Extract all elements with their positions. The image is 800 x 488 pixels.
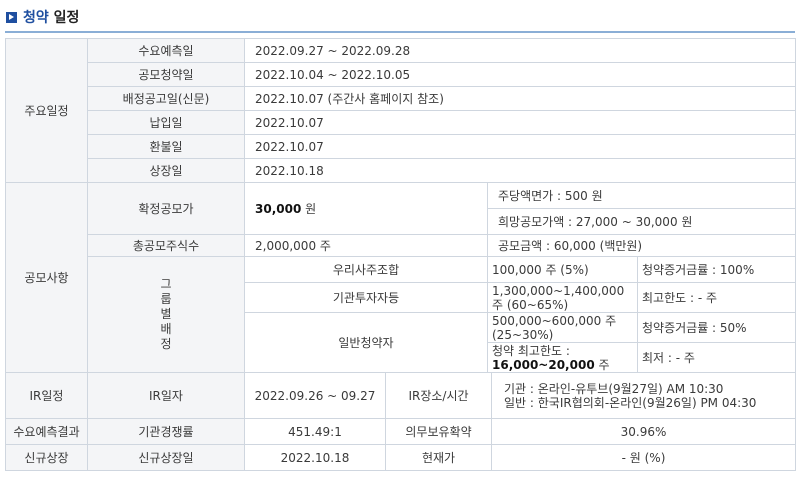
section-header: 청약 일정 bbox=[6, 6, 79, 28]
final-price-value: 30,000 bbox=[255, 201, 302, 216]
allocation-notice-date-value: 2022.10.07 (주간사 홈페이지 참조) bbox=[243, 86, 797, 111]
table-row: 신규상장 신규상장일 2022.10.18 현재가 - 원 (%) bbox=[5, 444, 797, 471]
retail-max-limit-unit: 주 bbox=[598, 357, 610, 372]
group-allocation-label: 그룹별배정 bbox=[160, 277, 172, 351]
table-row: 상장일 2022.10.18 bbox=[6, 158, 797, 183]
demand-forecast-date-value: 2022.09.27 ~ 2022.09.28 bbox=[243, 38, 797, 63]
listing-date-value2: 2022.10.18 bbox=[244, 444, 386, 471]
section-title: 청약 일정 bbox=[23, 7, 79, 27]
current-price-value: - 원 (%) bbox=[490, 444, 797, 471]
main-schedule-label: 주요일정 bbox=[5, 38, 88, 183]
lockup-label: 의무보유확약 bbox=[385, 418, 492, 445]
section-title-black: 일정 bbox=[53, 10, 80, 26]
payment-date-value: 2022.10.07 bbox=[243, 110, 797, 135]
section-title-blue: 청약 bbox=[23, 10, 49, 26]
ir-schedule-label: IR일정 bbox=[5, 372, 88, 419]
par-value: 주당액면가 : 500 원 bbox=[486, 182, 797, 209]
listing-date-label: 상장일 bbox=[87, 158, 245, 183]
final-price-unit: 원 bbox=[305, 201, 317, 216]
lockup-value: 30.96% bbox=[490, 418, 797, 445]
retail-deposit-rate: 청약증거금률 : 50% bbox=[636, 312, 797, 343]
ir-place-cell: 기관 : 온라인-유투브(9월27일) AM 10:30 일반 : 한국IR협의… bbox=[490, 372, 797, 419]
demand-result-label: 수요예측결과 bbox=[5, 418, 88, 445]
ir-date-value: 2022.09.26 ~ 09.27 bbox=[244, 372, 386, 419]
final-price-label: 확정공모가 bbox=[87, 182, 245, 235]
retail-shares: 500,000~600,000 주 (25~30%) bbox=[487, 312, 638, 343]
retail-min: 최저 : - 주 bbox=[636, 342, 797, 373]
competition-ratio-label: 기관경쟁률 bbox=[87, 418, 245, 445]
refund-date-label: 환불일 bbox=[87, 134, 245, 159]
subscription-date-value: 2022.10.04 ~ 2022.10.05 bbox=[243, 62, 797, 87]
table-row: 그룹별배정 우리사주조합 100,000 주 (5%) 청약증거금률 : 100… bbox=[6, 256, 797, 373]
employee-deposit-rate: 청약증거금률 : 100% bbox=[636, 256, 797, 283]
retail-investor-label: 일반청약자 bbox=[244, 312, 488, 373]
bullet-arrow-icon bbox=[6, 11, 17, 23]
table-row: 공모사항 확정공모가 30,000 원 주당액면가 : 500 원 bbox=[5, 182, 797, 373]
retail-max-limit-cell: 청약 최고한도 : 16,000~20,000 주 bbox=[487, 342, 638, 373]
current-price-label: 현재가 bbox=[385, 444, 492, 471]
retail-max-limit-value: 16,000~20,000 bbox=[492, 357, 595, 372]
ir-place-label: IR장소/시간 bbox=[385, 372, 492, 419]
competition-ratio-value: 451.49:1 bbox=[244, 418, 386, 445]
new-listing-label: 신규상장 bbox=[5, 444, 88, 471]
offering-label: 공모사항 bbox=[5, 182, 88, 373]
subscription-schedule-table: 주요일정 수요예측일 2022.09.27 ~ 2022.09.28 공모청약일… bbox=[5, 38, 797, 471]
ir-date-label: IR일자 bbox=[87, 372, 245, 419]
retail-max-limit-label: 청약 최고한도 : bbox=[492, 343, 570, 358]
table-row: 총공모주식수 2,000,000 주 공모금액 : 60,000 (백만원) bbox=[6, 234, 797, 257]
institution-label: 기관투자자등 bbox=[244, 282, 488, 313]
table-row: IR일정 IR일자 2022.09.26 ~ 09.27 IR장소/시간 기관 … bbox=[5, 372, 797, 419]
demand-forecast-date-label: 수요예측일 bbox=[87, 38, 245, 63]
total-shares-value: 2,000,000 주 bbox=[244, 234, 488, 257]
allocation-notice-date-label: 배정공고일(신문) bbox=[87, 86, 245, 111]
institution-shares: 1,300,000~1,400,000 주 (60~65%) bbox=[487, 282, 638, 313]
payment-date-label: 납입일 bbox=[87, 110, 245, 135]
institution-max-limit: 최고한도 : - 주 bbox=[636, 282, 797, 313]
ir-place-institution: 기관 : 온라인-유투브(9월27일) AM 10:30 bbox=[504, 381, 724, 396]
title-divider bbox=[5, 31, 795, 33]
refund-date-value: 2022.10.07 bbox=[243, 134, 797, 159]
listing-date-label2: 신규상장일 bbox=[87, 444, 245, 471]
listing-date-value: 2022.10.18 bbox=[243, 158, 797, 183]
total-amount: 공모금액 : 60,000 (백만원) bbox=[486, 234, 797, 257]
table-row: 수요예측결과 기관경쟁률 451.49:1 의무보유확약 30.96% bbox=[5, 418, 797, 445]
table-row: 주요일정 수요예측일 2022.09.27 ~ 2022.09.28 bbox=[5, 38, 797, 183]
final-price-cell: 30,000 원 bbox=[244, 182, 488, 235]
subscription-date-label: 공모청약일 bbox=[87, 62, 245, 87]
table-row: 배정공고일(신문) 2022.10.07 (주간사 홈페이지 참조) bbox=[6, 86, 797, 111]
group-allocation-label-cell: 그룹별배정 bbox=[87, 256, 245, 373]
employee-stock-label: 우리사주조합 bbox=[244, 256, 488, 283]
table-row: 환불일 2022.10.07 bbox=[6, 134, 797, 159]
employee-stock-shares: 100,000 주 (5%) bbox=[487, 256, 638, 283]
table-row: 공모청약일 2022.10.04 ~ 2022.10.05 bbox=[6, 62, 797, 87]
desired-price-range: 희망공모가액 : 27,000 ~ 30,000 원 bbox=[486, 208, 797, 235]
ir-place-retail: 일반 : 한국IR협의회-온라인(9월26일) PM 04:30 bbox=[504, 395, 757, 410]
table-row: 납입일 2022.10.07 bbox=[6, 110, 797, 135]
total-shares-label: 총공모주식수 bbox=[87, 234, 245, 257]
